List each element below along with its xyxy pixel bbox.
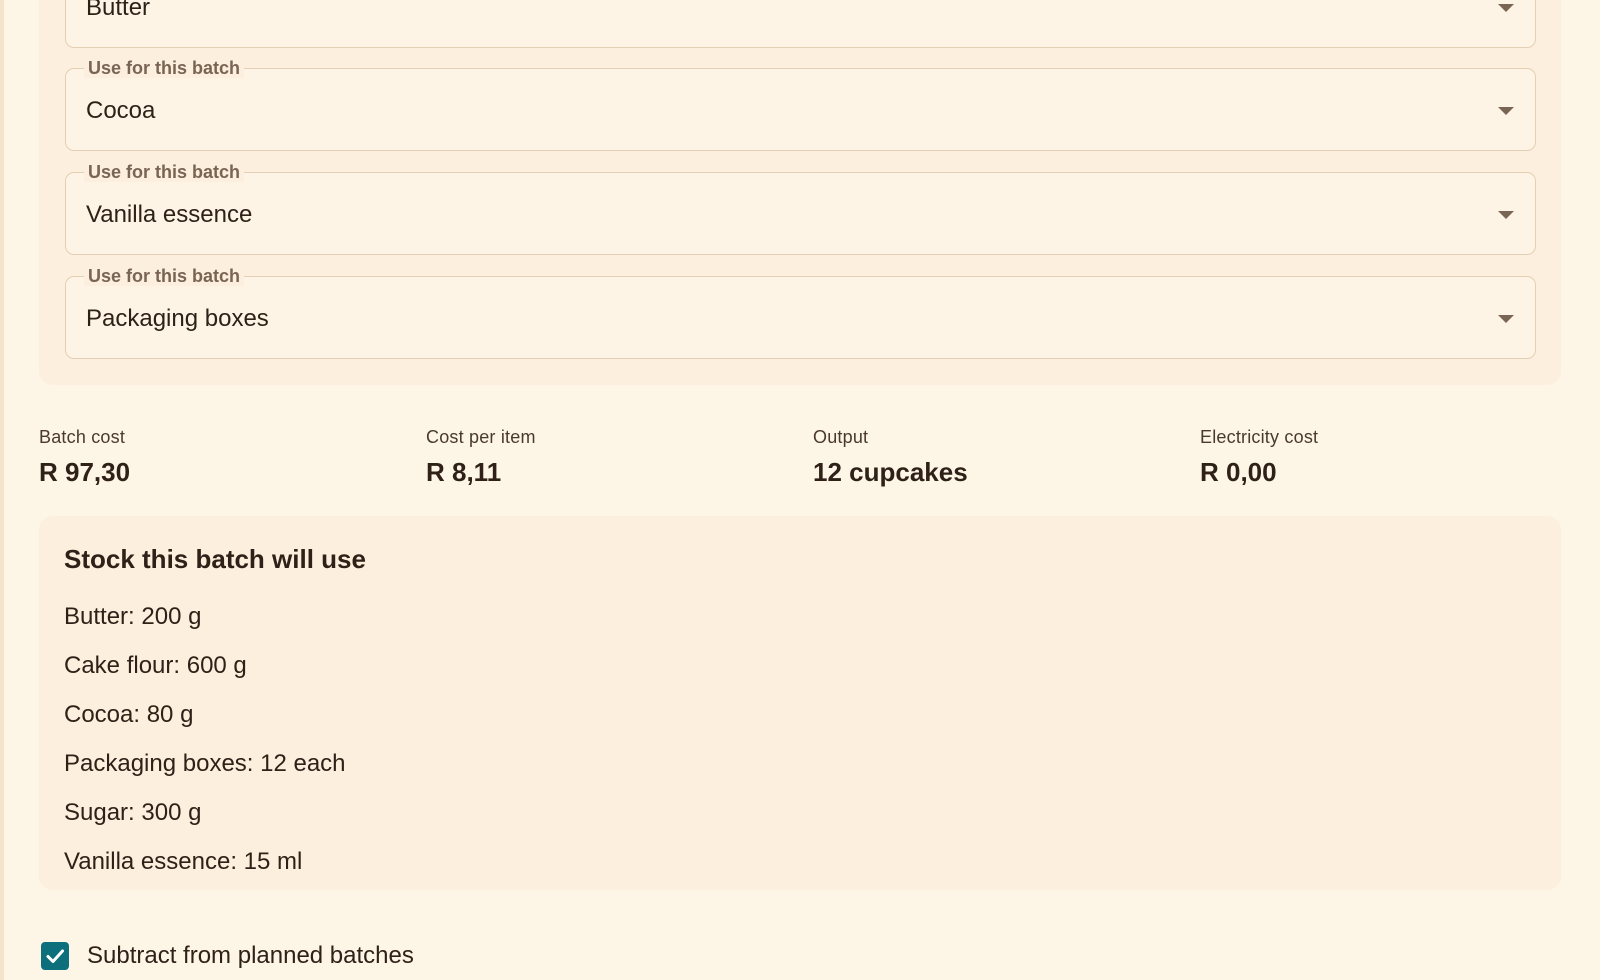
batch-cost-value: R 97,30 <box>39 457 131 487</box>
select-value: Cocoa <box>86 97 156 124</box>
chevron-down-icon <box>1498 315 1514 323</box>
stock-usage-title: Stock this batch will use <box>64 544 366 574</box>
stock-item: Butter: 200 g <box>64 603 202 630</box>
ingredient-select-cocoa[interactable]: Use for this batch Cocoa <box>65 58 1536 151</box>
chevron-down-icon <box>1498 211 1514 219</box>
output-label: Output <box>813 427 869 447</box>
left-border <box>0 0 4 980</box>
stock-usage-list: Butter: 200 g Cake flour: 600 g Cocoa: 8… <box>64 592 346 886</box>
page: Butter Use for this batch Cocoa Use for … <box>0 0 1600 980</box>
stock-item: Vanilla essence: 15 ml <box>64 848 303 875</box>
select-label: Use for this batch <box>84 58 245 78</box>
cost-per-item-stat: Cost per item R 8,11 <box>426 426 536 487</box>
check-icon <box>46 949 64 963</box>
chevron-down-icon <box>1498 107 1514 115</box>
select-label: Use for this batch <box>84 162 245 182</box>
stock-item: Cake flour: 600 g <box>64 652 247 679</box>
ingredient-select-packaging-boxes[interactable]: Use for this batch Packaging boxes <box>65 266 1536 359</box>
select-label: Use for this batch <box>84 266 245 286</box>
batch-cost-label: Batch cost <box>39 427 126 447</box>
cost-per-item-label: Cost per item <box>426 427 536 447</box>
stock-item: Packaging boxes: 12 each <box>64 750 346 777</box>
batch-cost-stat: Batch cost R 97,30 <box>39 426 130 487</box>
electricity-cost-stat: Electricity cost R 0,00 <box>1200 426 1318 487</box>
output-stat: Output 12 cupcakes <box>813 426 968 487</box>
select-value: Butter <box>86 0 151 21</box>
electricity-cost-value: R 0,00 <box>1200 457 1277 487</box>
select-value: Packaging boxes <box>86 305 269 332</box>
cost-per-item-value: R 8,11 <box>426 457 502 487</box>
ingredient-select-butter[interactable]: Butter <box>65 0 1536 48</box>
output-value: 12 cupcakes <box>813 457 968 487</box>
subtract-label: Subtract from planned batches <box>87 942 414 969</box>
stock-usage-card: Stock this batch will use Butter: 200 g … <box>39 516 1561 890</box>
chevron-down-icon <box>1498 4 1514 12</box>
subtract-checkbox[interactable] <box>41 942 69 970</box>
stock-item: Cocoa: 80 g <box>64 701 194 728</box>
stock-item: Sugar: 300 g <box>64 799 202 826</box>
electricity-cost-label: Electricity cost <box>1200 427 1319 447</box>
select-value: Vanilla essence <box>86 201 253 228</box>
ingredient-select-vanilla-essence[interactable]: Use for this batch Vanilla essence <box>65 162 1536 255</box>
